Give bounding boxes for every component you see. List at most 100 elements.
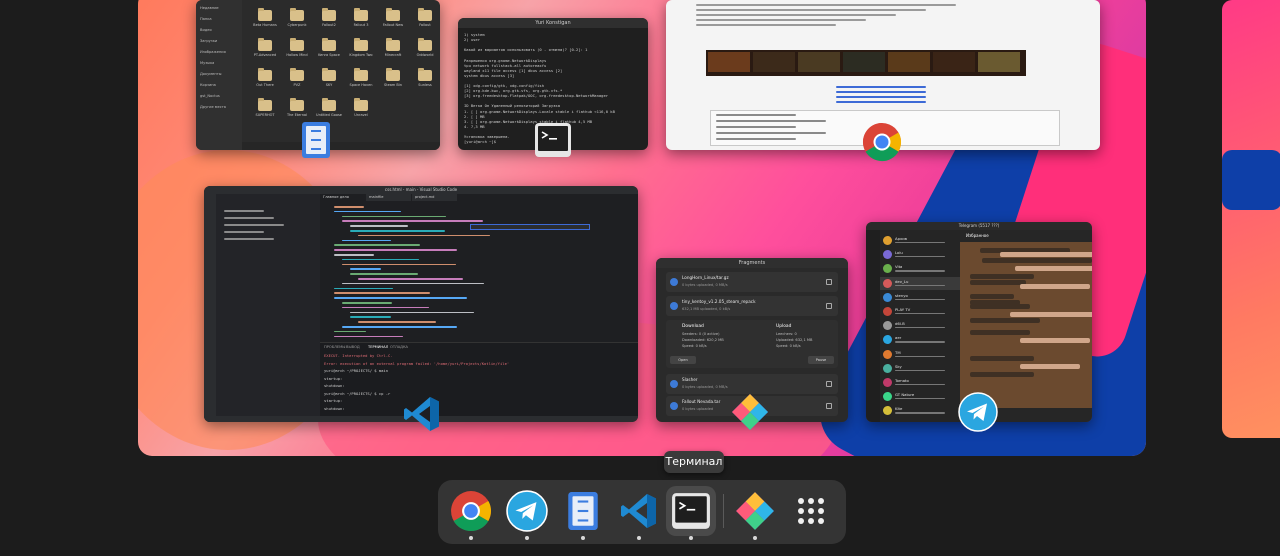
link-line[interactable] [836,101,926,103]
dock-item-fragments[interactable] [730,486,780,540]
game-screenshot[interactable] [843,52,885,72]
chat-list-item[interactable]: GT Nature [880,390,960,403]
code-line [342,263,456,266]
game-screenshot[interactable] [753,52,795,72]
folder-item[interactable]: PT-Advanced [250,38,280,66]
code-line [350,225,408,227]
torrent-remove-icon[interactable] [826,279,832,285]
folder-item[interactable]: Fallout 3 [346,8,376,36]
chat-list-item[interactable]: dev_Lu [880,276,960,290]
message-bubble [970,304,1030,309]
chat-list-item[interactable]: Kite [880,404,960,417]
chat-list-item[interactable]: aer [880,333,960,346]
folder-item[interactable]: Unravel [346,98,376,126]
torrent-row[interactable]: Slasher 0 bytes uploaded, 0 MB/s [666,374,838,394]
workspace-next[interactable] [1222,0,1280,438]
link-line[interactable] [836,86,926,88]
folder-item[interactable]: Oddworld [410,38,440,66]
game-screenshot[interactable] [933,52,975,72]
fragments-badge [730,392,770,432]
files-sidebar-item[interactable]: Изображения [200,50,240,54]
torrent-remove-icon[interactable] [826,381,832,387]
panel-tab[interactable]: ТЕРМИНАЛ [368,345,388,349]
folder-item[interactable]: Hollow Mind [282,38,312,66]
files-sidebar-item[interactable]: Недавние [200,6,240,10]
message-bubble [1015,266,1092,271]
files-sidebar-item[interactable]: Другие места [200,105,240,109]
game-screenshot[interactable] [798,52,840,72]
chat-list-item[interactable]: Sky [880,362,960,375]
dock-item-terminal[interactable] [666,486,716,540]
folder-item[interactable]: Space Haven [346,68,376,96]
chat-list-item[interactable]: stenyo [880,291,960,304]
panel-tab[interactable]: ВЫВОД [346,345,360,349]
show-apps-button[interactable] [786,486,836,536]
code-line [334,287,393,290]
files-sidebar-item[interactable]: Корзина [200,83,240,87]
explorer-item[interactable] [224,238,274,240]
panel-tab[interactable]: ОТЛАДКА [390,345,408,349]
folder-item[interactable]: Minecraft [378,38,408,66]
folder-item[interactable]: Cyberpunk [282,8,312,36]
folder-item[interactable]: SUPERHOT [250,98,280,126]
find-widget[interactable] [470,224,590,230]
code-line [334,292,430,294]
folder-item[interactable]: SKY [314,68,344,96]
files-sidebar-item[interactable]: Документы [200,72,240,76]
folder-item[interactable]: Out There [250,68,280,96]
explorer-item[interactable] [224,210,264,212]
torrent-row[interactable]: LongHorn_Linux/tar.gz 0 bytes uploaded, 0… [666,272,838,292]
folder-item[interactable]: Kenra Space [314,38,344,66]
torrent-remove-icon[interactable] [826,403,832,409]
folder-item[interactable]: Kingdom Two [346,38,376,66]
folder-item[interactable]: Fallout [410,8,440,36]
folder-item[interactable]: Beta Humans [250,8,280,36]
game-screenshot[interactable] [888,52,930,72]
folder-item[interactable]: Fallout New [378,8,408,36]
torrent-action-button[interactable]: Pause [808,356,834,364]
files-sidebar-item[interactable]: gst_Noctus [200,94,240,98]
chat-list-item[interactable]: Lolu [880,248,960,261]
code-line [342,239,391,242]
explorer-item[interactable] [224,217,274,219]
chat-list-item[interactable]: PLAY TV [880,305,960,318]
dock-item-chrome[interactable] [446,486,496,540]
files-sidebar-item[interactable]: Папка [200,17,240,21]
chat-list-item[interactable]: Архив [880,234,960,247]
editor-tab[interactable]: project.md [412,194,457,201]
chat-list-item[interactable]: d6l.B [880,319,960,332]
torrent-row[interactable]: tiny_kentoy_v1.2.05_steam_repack 632,1 MB… [666,296,838,316]
folder-item[interactable]: Sunless [410,68,440,96]
folder-label: Out There [256,83,274,87]
files-sidebar-item[interactable]: Музыка [200,61,240,65]
link-line[interactable] [836,91,926,93]
folder-item[interactable]: Steam Bin [378,68,408,96]
editor-tab[interactable]: Главное дело [320,194,365,201]
chat-list-item[interactable]: Tomato [880,376,960,389]
link-line[interactable] [836,96,926,98]
chrome-icon [862,122,902,162]
folder-label: SKY [325,83,333,87]
panel-tab[interactable]: ПРОБЛЕМЫ [324,345,345,349]
files-sidebar-item[interactable]: Загрузки [200,39,240,43]
editor-tab[interactable]: mainfile [366,194,411,201]
message-bubble [970,294,1014,299]
explorer-item[interactable] [224,224,284,226]
vscode-activity-bar [204,194,216,422]
chat-list-item[interactable]: TM [880,348,960,361]
folder-item[interactable]: PVZ [282,68,312,96]
dock-item-vscode[interactable] [614,486,664,540]
window-vscode[interactable]: css.html - main - Visual Studio Code Гла… [204,186,638,422]
explorer-item[interactable] [224,231,264,233]
chat-list-item[interactable]: Vita [880,262,960,275]
dock-item-files[interactable] [558,486,608,540]
game-screenshot[interactable] [708,52,750,72]
message-bubble [970,356,1034,361]
game-screenshot[interactable] [978,52,1020,72]
files-sidebar-item[interactable]: Видео [200,28,240,32]
dock-item-telegram[interactable] [502,486,552,540]
torrent-action-button[interactable]: Open [670,356,696,364]
chat-name: Lolu [895,250,903,256]
folder-item[interactable]: Fallout2 [314,8,344,36]
torrent-remove-icon[interactable] [826,303,832,309]
